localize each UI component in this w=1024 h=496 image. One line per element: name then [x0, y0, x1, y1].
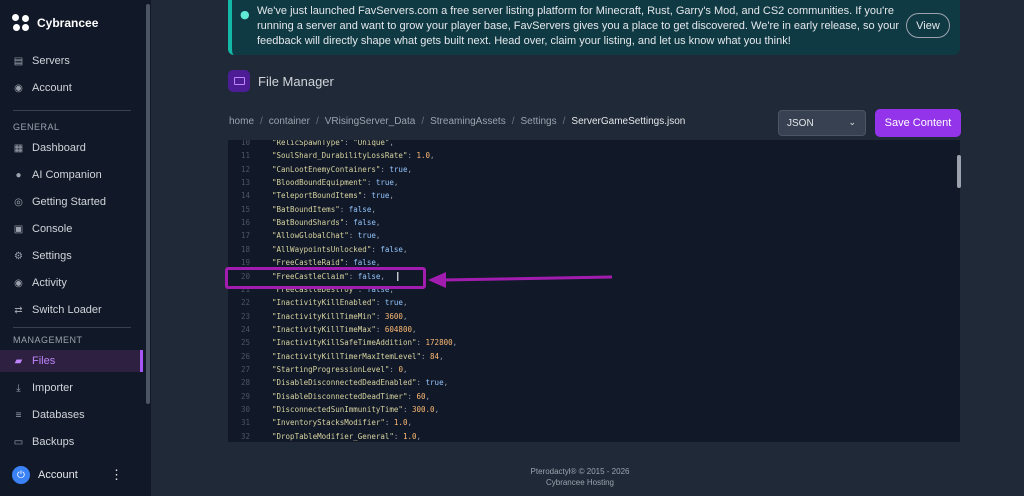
footer-copyright: Pterodactyl® © 2015 - 2026: [530, 467, 630, 476]
footer: Pterodactyl® © 2015 - 2026 Cybrancee Hos…: [430, 466, 730, 488]
annotation-arrow-head: [428, 272, 446, 288]
text-cursor-icon: I: [396, 270, 400, 284]
annotation-overlay: [428, 272, 613, 288]
annotation-arrow-line: [441, 275, 613, 282]
footer-hosting: Cybrancee Hosting: [545, 478, 615, 487]
